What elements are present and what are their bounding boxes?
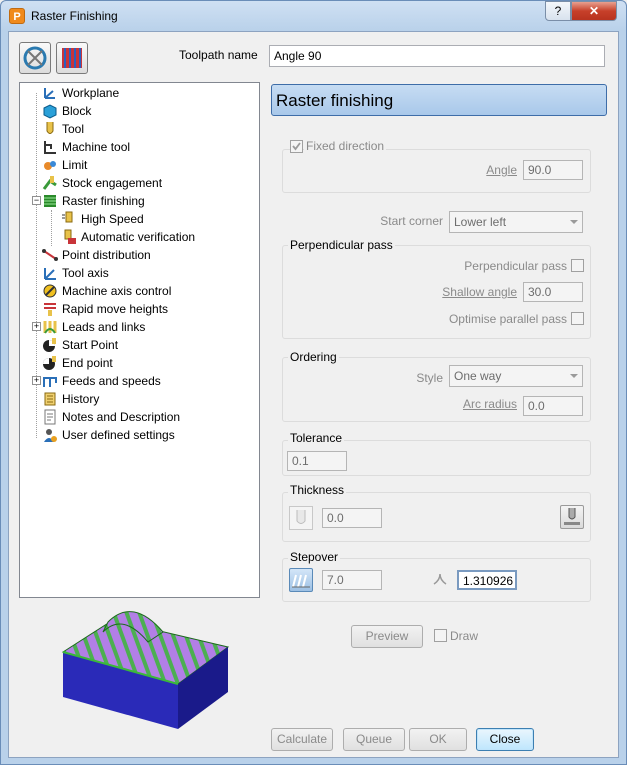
ordering-style-value: One way	[454, 369, 502, 383]
end-point-icon	[43, 356, 56, 370]
arc-radius-input[interactable]: 0.0	[523, 396, 583, 416]
history-icon	[44, 392, 56, 406]
point-distribution-icon	[42, 249, 58, 261]
toolpath-name-input[interactable]	[269, 45, 605, 67]
optimise-parallel-label: Optimise parallel pass	[448, 312, 567, 326]
machine-tool-icon	[44, 141, 56, 154]
raster-preview-model-image	[61, 611, 230, 729]
title-bar: P Raster Finishing ? ✕	[1, 1, 626, 31]
angle-input[interactable]: 90.0	[523, 160, 583, 180]
perpendicular-pass-title: Perpendicular pass	[288, 238, 395, 252]
high-speed-icon	[62, 211, 73, 223]
raster-finishing-icon	[44, 195, 56, 207]
stepover-title: Stepover	[288, 550, 341, 564]
tool-axis-icon	[44, 268, 56, 280]
expand-toggle[interactable]: +	[32, 376, 41, 385]
toolpath-strategy-icon[interactable]	[19, 42, 51, 74]
thickness-options-icon[interactable]	[560, 505, 584, 529]
cusp-icon	[433, 573, 447, 585]
close-button[interactable]: Close	[476, 728, 534, 751]
tree-item-label: Start Point	[62, 338, 119, 352]
window-title: Raster Finishing	[31, 9, 118, 23]
stepover-input[interactable]: 7.0	[322, 570, 382, 590]
style-label: Style	[416, 371, 443, 385]
angle-label: Angle	[486, 163, 517, 177]
ordering-style-select[interactable]: One way	[449, 365, 583, 387]
queue-button[interactable]: Queue	[343, 728, 405, 751]
machine-axis-control-icon	[43, 284, 57, 298]
automatic-verification-icon	[64, 229, 76, 244]
perpendicular-pass-label: Perpendicular pass	[464, 259, 567, 273]
tree-item-label: Notes and Description	[62, 410, 181, 424]
arc-radius-label: Arc radius	[462, 397, 517, 411]
start-corner-label: Start corner	[380, 214, 443, 228]
feeds-speeds-icon	[43, 377, 57, 387]
strategy-tree[interactable]: Workplane Block Tool Machine tool Limit …	[19, 82, 260, 598]
start-corner-value: Lower left	[454, 215, 507, 229]
optimise-parallel-checkbox[interactable]	[571, 312, 584, 325]
stepover-icon[interactable]	[289, 568, 313, 592]
start-corner-select[interactable]: Lower left	[449, 211, 583, 233]
draw-checkbox[interactable]	[434, 629, 447, 642]
tree-item-label: Block	[62, 104, 92, 118]
tree-item-label: High Speed	[81, 212, 144, 226]
ordering-title: Ordering	[288, 350, 339, 364]
thickness-input[interactable]: 0.0	[322, 508, 382, 528]
raster-pattern-icon[interactable]	[56, 42, 88, 74]
rapid-move-heights-icon	[44, 303, 56, 316]
tree-item-label: End point	[62, 356, 113, 370]
tool-icon	[46, 122, 54, 134]
tree-item-label: Leads and links	[62, 320, 146, 334]
help-button[interactable]: ?	[545, 1, 571, 21]
close-window-button[interactable]: ✕	[571, 1, 617, 21]
chevron-down-icon	[570, 220, 578, 224]
notes-icon	[44, 409, 56, 425]
panel-title: Raster finishing	[271, 84, 607, 116]
tree-item-label: Rapid move heights	[62, 302, 169, 316]
tree-item-label: History	[62, 392, 100, 406]
limit-icon	[44, 161, 56, 170]
tree-item-label: Point distribution	[62, 248, 151, 262]
thickness-title: Thickness	[288, 483, 347, 497]
chevron-down-icon	[570, 374, 578, 378]
dialog-window: P Raster Finishing ? ✕ Toolpath name Ang…	[0, 0, 627, 765]
app-icon: P	[9, 8, 25, 24]
draw-label: Draw	[450, 629, 479, 643]
tree-item-label: User defined settings	[62, 428, 175, 442]
thickness-tool-icon[interactable]	[289, 506, 313, 530]
leads-links-icon	[43, 321, 57, 334]
perpendicular-pass-checkbox[interactable]	[571, 259, 584, 272]
tree-item-label: Workplane	[62, 86, 120, 100]
cusp-height-input[interactable]: 1.310926	[457, 570, 517, 590]
tree-item-label: Raster finishing	[62, 194, 145, 208]
user-settings-icon	[44, 429, 57, 442]
collapse-toggle[interactable]: −	[32, 196, 41, 205]
preview-button[interactable]: Preview	[351, 625, 423, 648]
tree-item-label: Machine axis control	[62, 284, 172, 298]
calculate-button[interactable]: Calculate	[271, 728, 333, 751]
tree-item-label: Machine tool	[62, 140, 131, 154]
shallow-angle-label: Shallow angle	[442, 285, 517, 299]
stock-engagement-icon	[42, 176, 57, 190]
tree-item-label: Tool axis	[62, 266, 109, 280]
toolpath-name-label: Toolpath name	[179, 48, 258, 62]
shallow-angle-input[interactable]: 30.0	[523, 282, 583, 302]
tree-item-label: Automatic verification	[81, 230, 196, 244]
tolerance-title: Tolerance	[288, 431, 345, 445]
tree-item-label: Limit	[62, 158, 88, 172]
tree-item-label: Stock engagement	[62, 176, 163, 190]
workplane-icon	[44, 88, 55, 99]
ok-button[interactable]: OK	[409, 728, 467, 751]
fixed-direction-label: Fixed direction	[304, 139, 387, 153]
fixed-direction-checkbox[interactable]	[290, 140, 303, 153]
tolerance-input[interactable]: 0.1	[287, 451, 347, 471]
block-icon	[43, 104, 57, 119]
tree-item-label: Feeds and speeds	[62, 374, 161, 388]
start-point-icon	[43, 338, 56, 352]
dialog-client: Toolpath name Workplane Block Tool Machi…	[8, 31, 619, 758]
tree-item-label: Tool	[62, 122, 85, 136]
expand-toggle[interactable]: +	[32, 322, 41, 331]
